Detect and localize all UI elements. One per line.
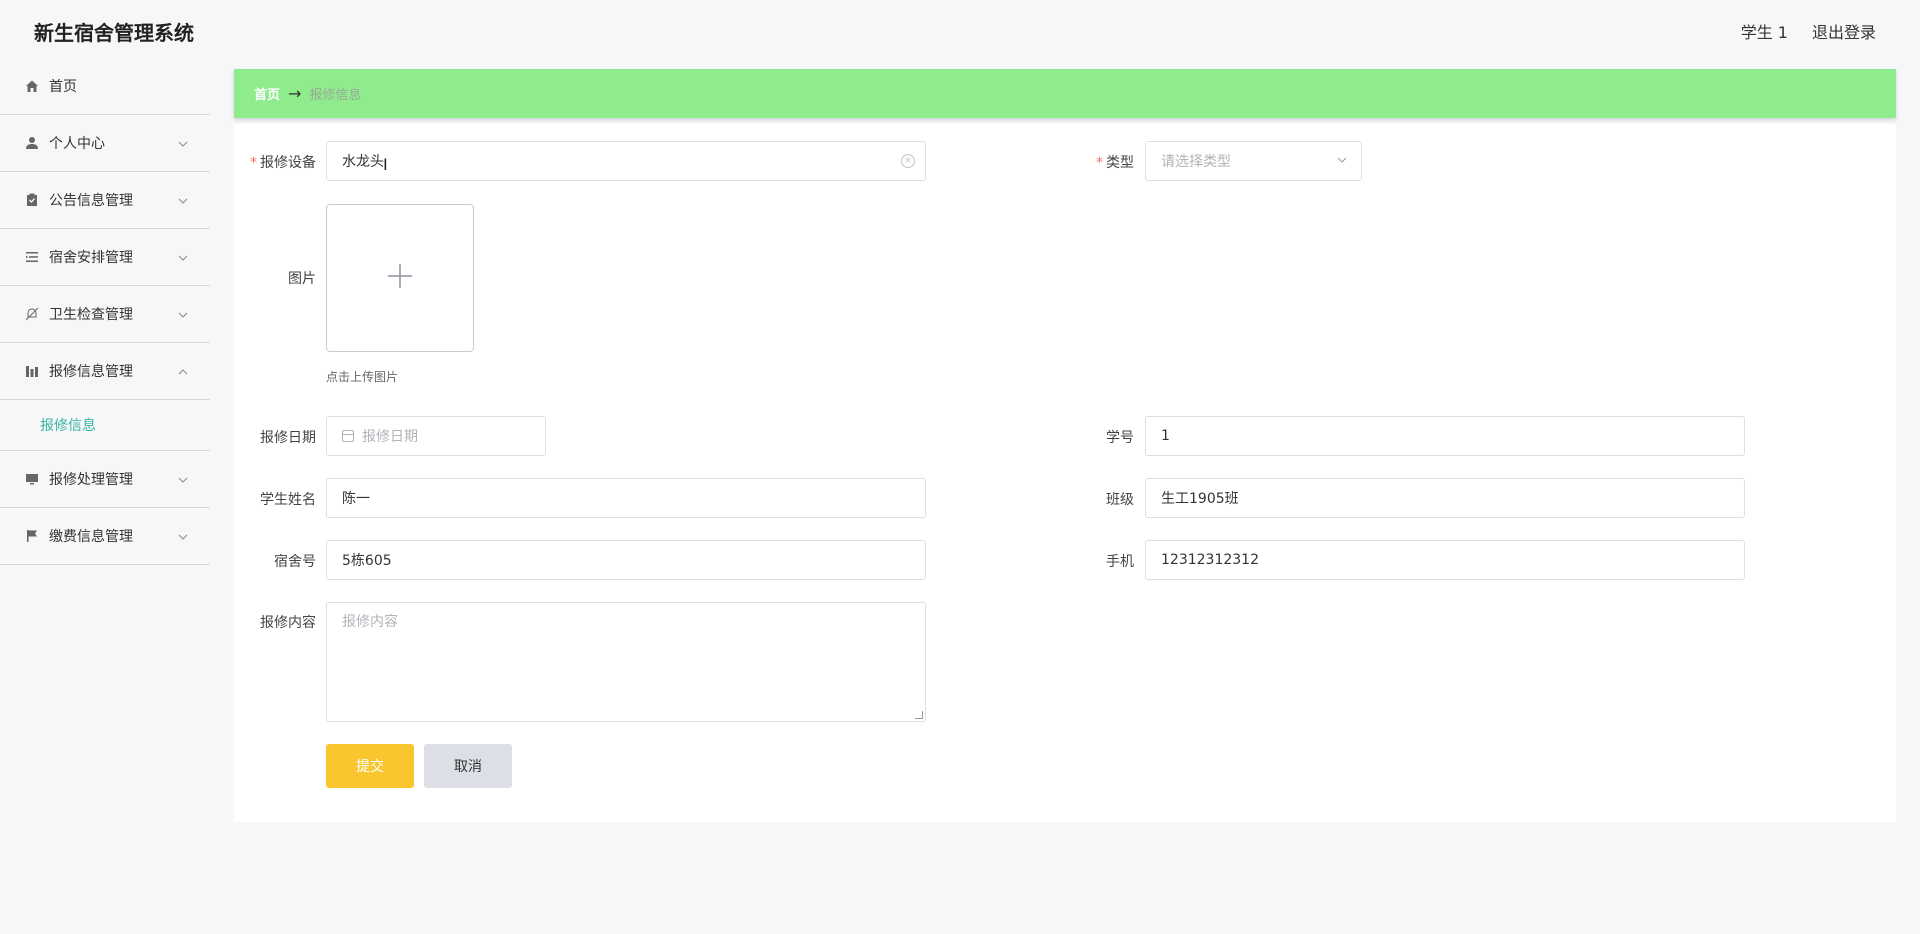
top-header: 新生宿舍管理系统 学生 1 退出登录 [0, 0, 1920, 58]
clear-icon[interactable]: × [901, 154, 915, 168]
device-value: 水龙头 [342, 154, 384, 170]
sidebar-item-label: 缴费信息管理 [49, 529, 133, 545]
chevron-down-icon [178, 135, 188, 151]
calendar-icon [342, 430, 354, 442]
user-icon [24, 135, 40, 151]
logout-link[interactable]: 退出登录 [1812, 19, 1876, 43]
class-label: 班级 [1106, 492, 1134, 508]
date-label: 报修日期 [260, 430, 316, 446]
type-label: * 类型 [1096, 155, 1134, 171]
sidebar-item-repair-handle[interactable]: 报修处理管理 [0, 451, 210, 508]
student-name-input[interactable]: 陈一 [326, 478, 926, 518]
sidebar-item-label: 首页 [49, 79, 77, 95]
content-label: 报修内容 [260, 615, 316, 631]
class-value: 生工1905班 [1161, 491, 1239, 507]
student-name-value: 陈一 [342, 491, 370, 507]
monitor-icon [24, 471, 40, 487]
sidebar-item-label: 公告信息管理 [49, 193, 133, 209]
phone-label: 手机 [1106, 554, 1134, 570]
breadcrumb-home[interactable]: 首页 [254, 84, 280, 103]
breadcrumb-current: 报修信息 [309, 88, 362, 103]
home-icon [24, 78, 40, 94]
content-placeholder: 报修内容 [342, 614, 398, 630]
text-cursor-icon: I [383, 155, 388, 174]
arrow-right-icon: → [288, 84, 302, 103]
sidebar: 首页 个人中心 公告信息管理 宿舍安排管理 卫生检查管理 报修信息管理 报修信息… [0, 58, 210, 934]
type-placeholder: 请选择类型 [1161, 154, 1231, 170]
sidebar-item-label: 个人中心 [49, 136, 105, 152]
chevron-down-icon [178, 528, 188, 544]
dorm-label: 宿舍号 [274, 554, 316, 570]
sidebar-item-label: 报修处理管理 [49, 472, 133, 488]
sidebar-subitem-repair-info[interactable]: 报修信息 [0, 400, 210, 451]
phone-value: 12312312312 [1161, 552, 1259, 568]
date-picker[interactable]: 报修日期 [326, 416, 546, 456]
chevron-down-icon [178, 192, 188, 208]
chevron-down-icon [178, 471, 188, 487]
bell-off-icon [24, 306, 40, 322]
sidebar-item-dorm-arrange[interactable]: 宿舍安排管理 [0, 229, 210, 286]
required-mark: * [1096, 155, 1103, 171]
clipboard-icon [24, 192, 40, 208]
plus-icon [387, 258, 413, 298]
chevron-down-icon [1337, 152, 1347, 166]
sidebar-item-home[interactable]: 首页 [0, 58, 210, 115]
chevron-down-icon [178, 306, 188, 322]
submit-button[interactable]: 提交 [326, 744, 414, 788]
required-mark: * [250, 155, 257, 171]
device-input[interactable]: 水龙头 × [326, 141, 926, 181]
app-title: 新生宿舍管理系统 [34, 21, 194, 45]
image-upload-button[interactable] [326, 204, 474, 352]
sidebar-item-personal-center[interactable]: 个人中心 [0, 115, 210, 172]
content-textarea[interactable]: 报修内容 [326, 602, 926, 722]
sidebar-item-label: 卫生检查管理 [49, 307, 133, 323]
resize-handle[interactable] [915, 711, 923, 719]
breadcrumb: 首页 → 报修信息 [234, 69, 1896, 118]
phone-input[interactable]: 12312312312 [1145, 540, 1745, 580]
student-no-input[interactable]: 1 [1145, 416, 1745, 456]
list-icon [24, 249, 40, 265]
type-select[interactable]: 请选择类型 [1145, 141, 1362, 181]
chart-icon [24, 363, 40, 379]
sidebar-item-label: 报修信息管理 [49, 364, 133, 380]
sidebar-item-repair-info[interactable]: 报修信息管理 [0, 343, 210, 400]
sidebar-item-payment[interactable]: 缴费信息管理 [0, 508, 210, 565]
image-label: 图片 [288, 271, 316, 287]
student-no-value: 1 [1161, 428, 1170, 444]
flag-icon [24, 528, 40, 544]
dorm-value: 5栋605 [342, 553, 392, 569]
student-name-label: 学生姓名 [260, 492, 316, 508]
header-actions: 学生 1 退出登录 [1741, 19, 1876, 43]
chevron-down-icon [178, 249, 188, 265]
sidebar-item-hygiene[interactable]: 卫生检查管理 [0, 286, 210, 343]
sidebar-item-notice[interactable]: 公告信息管理 [0, 172, 210, 229]
sidebar-item-label: 宿舍安排管理 [49, 250, 133, 266]
class-input[interactable]: 生工1905班 [1145, 478, 1745, 518]
cancel-button[interactable]: 取消 [424, 744, 512, 788]
chevron-up-icon [178, 363, 188, 379]
student-no-label: 学号 [1106, 430, 1134, 446]
upload-tip: 点击上传图片 [326, 370, 399, 384]
dorm-input[interactable]: 5栋605 [326, 540, 926, 580]
device-label: * 报修设备 [250, 155, 316, 171]
date-placeholder: 报修日期 [362, 429, 418, 445]
current-user[interactable]: 学生 1 [1741, 19, 1788, 43]
